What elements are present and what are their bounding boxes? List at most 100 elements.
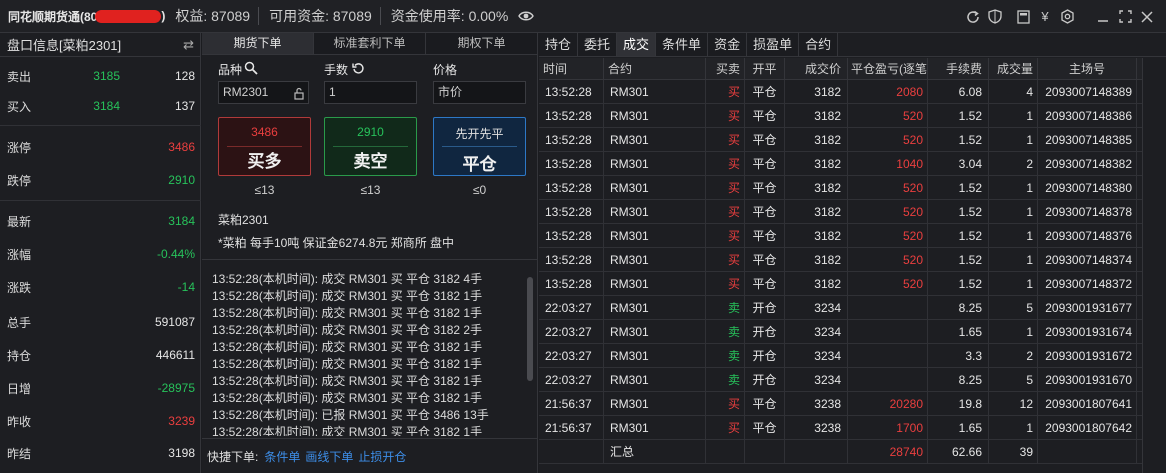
reset-icon[interactable] (352, 62, 365, 78)
table-row[interactable]: 13:52:28 RM301 买平仓 3182 520 1.52 1 209300714837… (539, 272, 1166, 296)
change-label: 涨跌 (7, 280, 32, 295)
quantity-input[interactable]: 1 (324, 81, 417, 104)
prev-close-row: 昨收 3239 (0, 411, 201, 431)
cell-direction: 卖 (706, 320, 745, 344)
cell-time: 13:52:28 (539, 200, 604, 224)
quote-panel: 盘口信息[菜粕2301] ⇄ 卖出 3185 128 买入 3184 137 涨… (0, 33, 201, 473)
cell-open-close: 开仓 (745, 368, 785, 392)
tab-fills[interactable]: 成交 (617, 33, 657, 56)
refresh-icon[interactable] (962, 6, 984, 28)
cell-price (785, 440, 848, 464)
table-row[interactable]: 13:52:28 RM301 买平仓 3182 1040 3.04 2 20930071483… (539, 152, 1166, 176)
table-row[interactable]: 13:52:28 RM301 买平仓 3182 520 1.52 1 209300714838… (539, 176, 1166, 200)
table-scrollbar[interactable] (1142, 58, 1166, 473)
last-label: 最新 (7, 214, 32, 229)
tab-options-order[interactable]: 期权下单 (426, 33, 537, 54)
col-open-close[interactable]: 开平 (745, 58, 785, 80)
bid-row[interactable]: 买入 3184 137 (0, 96, 201, 116)
cell-trade-id: 2093007148376 (1038, 224, 1137, 248)
trades-tabs: 持仓 委托 成交 条件单 资金 损盈单 合约 (539, 33, 1166, 57)
last-row: 最新 3184 (0, 211, 201, 231)
cell-fee: 8.25 (928, 296, 989, 320)
col-direction[interactable]: 买卖 (706, 58, 745, 80)
oi-change-row: 日增 -28975 (0, 378, 201, 398)
cell-contract: RM301 (604, 152, 706, 176)
tab-contracts[interactable]: 合约 (799, 33, 839, 56)
table-row[interactable]: 21:56:37 RM301 买平仓 3238 1700 1.65 1 20930018076… (539, 416, 1166, 440)
col-fee[interactable]: 手续费 (928, 58, 989, 80)
col-time[interactable]: 时间 (539, 58, 604, 80)
bid-price[interactable]: 3184 (93, 99, 120, 113)
table-row[interactable]: 13:52:28 RM301 买平仓 3182 2080 6.08 4 20930071483… (539, 80, 1166, 104)
table-row[interactable]: 13:52:28 RM301 买平仓 3182 520 1.52 1 209300714837… (539, 200, 1166, 224)
last-value: 3184 (168, 214, 195, 228)
search-icon[interactable] (244, 61, 258, 78)
eye-icon[interactable] (518, 8, 535, 24)
cell-open-close: 平仓 (745, 176, 785, 200)
ask-price[interactable]: 3185 (93, 69, 120, 83)
calculator-icon[interactable] (1012, 6, 1034, 28)
col-price[interactable]: 成交价 (785, 58, 848, 80)
tab-funds[interactable]: 资金 (708, 33, 748, 56)
tab-futures-order[interactable]: 期货下单 (202, 33, 314, 54)
cell-open-close: 平仓 (745, 248, 785, 272)
limit-up-row: 涨停 3486 (0, 137, 201, 157)
currency-icon[interactable]: ¥ (1034, 6, 1056, 28)
sell-short-button[interactable]: 2910 卖空 (324, 117, 417, 176)
cell-trade-id: 2093007148378 (1038, 200, 1137, 224)
col-close-pnl[interactable]: 平仓盈亏(逐笔) (848, 58, 928, 80)
table-row[interactable]: 22:03:27 RM301 卖开仓 3234 3.3 2 2093001931672 (539, 344, 1166, 368)
tab-orders[interactable]: 委托 (578, 33, 618, 56)
price-input[interactable]: 市价 (433, 81, 526, 104)
tab-positions[interactable]: 持仓 (539, 33, 579, 56)
swap-icon[interactable]: ⇄ (183, 37, 194, 53)
col-contract[interactable]: 合约 (604, 58, 706, 80)
cell-close-pnl: 1700 (848, 416, 928, 440)
table-row[interactable]: 13:52:28 RM301 买平仓 3182 520 1.52 1 209300714837… (539, 224, 1166, 248)
conditional-order-link[interactable]: 条件单 (264, 448, 300, 465)
close-position-button[interactable]: 先开先平 平仓 (433, 117, 526, 176)
restore-icon[interactable] (1114, 6, 1136, 28)
tab-stop-profit-loss[interactable]: 损盈单 (747, 33, 800, 56)
tab-arbitrage-order[interactable]: 标准套利下单 (314, 33, 426, 54)
table-row[interactable]: 13:52:28 RM301 买平仓 3182 520 1.52 1 209300714838… (539, 104, 1166, 128)
shield-icon[interactable] (984, 6, 1006, 28)
lock-icon[interactable] (294, 86, 304, 107)
summary-row[interactable]: 汇总 28740 62.66 39 (539, 440, 1166, 464)
table-row[interactable]: 22:03:27 RM301 卖开仓 3234 8.25 5 2093001931670 (539, 368, 1166, 392)
available-funds-text: 可用资金: 87089 (269, 8, 372, 24)
col-quantity[interactable]: 成交量 (989, 58, 1038, 80)
cell-fee: 1.52 (928, 272, 989, 296)
cell-price: 3238 (785, 392, 848, 416)
volume-label: 总手 (7, 315, 32, 330)
table-row[interactable]: 13:52:28 RM301 买平仓 3182 520 1.52 1 209300714838… (539, 128, 1166, 152)
minimize-icon[interactable] (1092, 6, 1114, 28)
table-row[interactable]: 21:56:37 RM301 买平仓 3238 20280 19.8 12 209300180… (539, 392, 1166, 416)
log-line: 13:52:28(本机时间): 成交 RM301 买 平仓 3182 1手 (212, 425, 483, 436)
ask-row[interactable]: 卖出 3185 128 (0, 66, 201, 86)
cell-contract: RM301 (604, 416, 706, 440)
stop-loss-open-link[interactable]: 止损开仓 (358, 448, 406, 465)
cell-contract: RM301 (604, 392, 706, 416)
cell-direction: 买 (706, 224, 745, 248)
table-header: 时间 合约 买卖 开平 成交价 平仓盈亏(逐笔) 手续费 成交量 主场号 (539, 58, 1166, 80)
close-icon[interactable] (1136, 6, 1158, 28)
cell-time: 21:56:37 (539, 392, 604, 416)
col-trade-id[interactable]: 主场号 (1038, 58, 1137, 80)
sell-limit: ≤13 (360, 183, 381, 197)
log-scrollbar[interactable] (526, 277, 534, 442)
scrollbar-thumb[interactable] (527, 277, 533, 381)
line-order-link[interactable]: 画线下单 (305, 448, 353, 465)
equity-text: 权益: 87089 (175, 8, 251, 24)
prev-settle-row: 昨结 3198 (0, 443, 201, 463)
close-limit: ≤0 (472, 183, 487, 197)
divider (227, 146, 302, 147)
table-row[interactable]: 22:03:27 RM301 卖开仓 3234 1.65 1 2093001931674 (539, 320, 1166, 344)
tab-conditional[interactable]: 条件单 (656, 33, 709, 56)
buy-long-button[interactable]: 3486 买多 (218, 117, 311, 176)
gear-icon[interactable] (1056, 6, 1078, 28)
cell-quantity: 4 (989, 80, 1038, 104)
table-row[interactable]: 22:03:27 RM301 卖开仓 3234 8.25 5 2093001931677 (539, 296, 1166, 320)
contract-input[interactable]: RM2301 (218, 81, 309, 104)
table-row[interactable]: 13:52:28 RM301 买平仓 3182 520 1.52 1 209300714837… (539, 248, 1166, 272)
